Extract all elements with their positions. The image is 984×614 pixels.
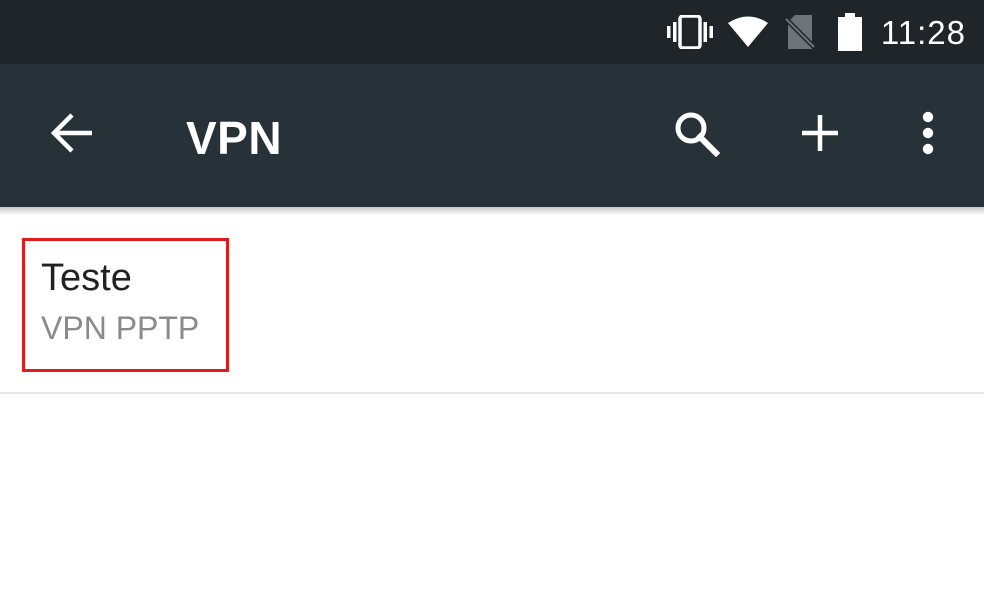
search-button[interactable]	[664, 103, 728, 167]
vibrate-icon	[666, 15, 713, 49]
toolbar: VPN	[0, 64, 984, 207]
more-vert-icon	[922, 111, 934, 160]
battery-icon	[837, 13, 863, 51]
status-icons: 11:28	[666, 0, 966, 64]
status-time: 11:28	[880, 13, 966, 51]
no-sim-icon	[784, 14, 815, 50]
list-divider	[0, 392, 984, 394]
vpn-list-item[interactable]: Teste VPN PPTP	[0, 215, 984, 392]
search-icon	[672, 109, 721, 162]
add-vpn-button[interactable]	[788, 103, 852, 167]
back-button[interactable]	[40, 103, 104, 167]
page-title: VPN	[186, 112, 283, 164]
add-icon	[800, 113, 840, 158]
status-bar: 11:28	[0, 0, 984, 64]
more-options-button[interactable]	[896, 103, 960, 167]
vpn-type: VPN PPTP	[41, 310, 200, 346]
vpn-name: Teste	[41, 257, 132, 299]
toolbar-shadow	[0, 207, 984, 215]
back-arrow-icon	[50, 112, 94, 158]
wifi-icon	[727, 16, 769, 48]
